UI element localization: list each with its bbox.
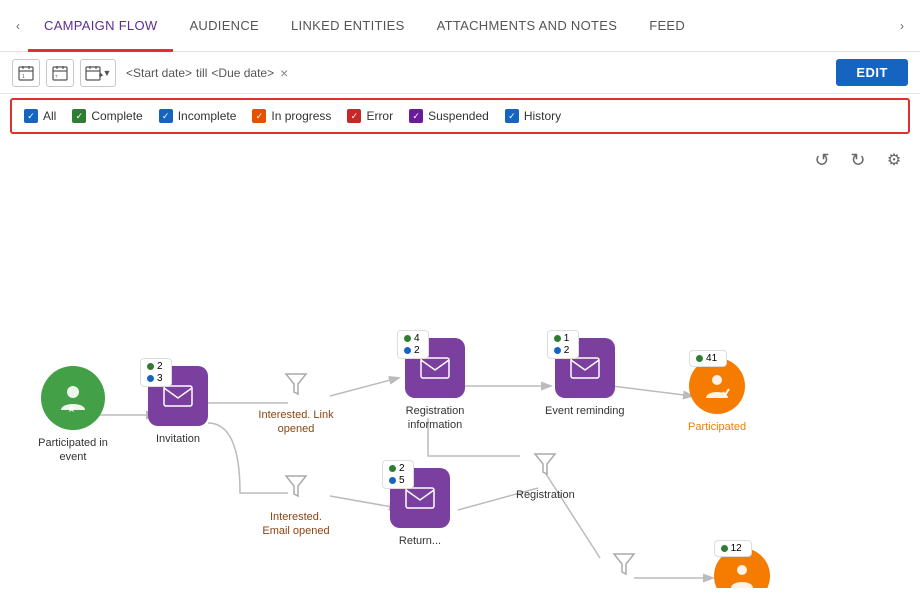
top-nav: ‹ CAMPAIGN FLOW AUDIENCE LINKED ENTITIES… bbox=[0, 0, 920, 52]
nav-tabs: CAMPAIGN FLOW AUDIENCE LINKED ENTITIES A… bbox=[28, 0, 892, 51]
participated-icon-wrap: 41 bbox=[689, 358, 745, 414]
interested-link-label: Interested. Link opened bbox=[256, 408, 336, 437]
node-event-reminding[interactable]: 1 2 Event reminding bbox=[545, 338, 625, 418]
filter-row: ✓ All ✓ Complete ✓ Incomplete ✓ In progr… bbox=[10, 98, 910, 134]
calendar-day-icon[interactable]: 1 bbox=[12, 59, 40, 87]
node-participated-in-event-label: Participated in event bbox=[28, 436, 118, 465]
registration-info-label: Registration information bbox=[390, 404, 480, 433]
node-registration-info[interactable]: 4 2 Registration information bbox=[390, 338, 480, 433]
participated-in-event-icon: ★ bbox=[41, 366, 105, 430]
nav-next-arrow[interactable]: › bbox=[892, 0, 912, 52]
toolbar: 1 7 ▼ <Start date> till <Due date> × EDI… bbox=[0, 52, 920, 94]
undo-button[interactable]: ↺ bbox=[808, 146, 836, 174]
registration-filter-icon bbox=[527, 446, 563, 482]
svg-text:★: ★ bbox=[67, 404, 76, 414]
tab-campaign-flow[interactable]: CAMPAIGN FLOW bbox=[28, 1, 173, 52]
interested-email-filter-icon bbox=[278, 468, 314, 504]
settings-button[interactable]: ⚙ bbox=[880, 146, 908, 174]
checkbox-error[interactable]: ✓ bbox=[347, 109, 361, 123]
node-interested-email[interactable]: Interested. Email opened bbox=[256, 468, 336, 539]
filter-all[interactable]: ✓ All bbox=[24, 109, 56, 123]
event-reminding-badge: 1 2 bbox=[547, 330, 579, 359]
return-badge: 2 5 bbox=[382, 460, 414, 489]
node-return[interactable]: 2 5 Return... bbox=[390, 468, 450, 548]
node-participated[interactable]: 41 Participated bbox=[688, 358, 746, 434]
filter-suspended[interactable]: ✓ Suspended bbox=[409, 109, 489, 123]
checkbox-all[interactable]: ✓ bbox=[24, 109, 38, 123]
date-range: <Start date> till <Due date> × bbox=[126, 65, 288, 81]
flow-canvas: ↺ ↺ ⚙ bbox=[0, 138, 920, 588]
svg-text:7: 7 bbox=[55, 74, 58, 79]
return-label: Return... bbox=[399, 534, 441, 548]
filter-incomplete[interactable]: ✓ Incomplete bbox=[159, 109, 237, 123]
edit-button[interactable]: EDIT bbox=[836, 59, 908, 86]
node-participated-in-event[interactable]: ★ Participated in event bbox=[28, 366, 118, 465]
unsubscribed-icon-wrap: 12 bbox=[714, 548, 770, 588]
participated-badge: 41 bbox=[689, 350, 727, 367]
registration-info-icon-wrap: 4 2 bbox=[405, 338, 465, 398]
invitation-icon-wrap: 2 3 bbox=[148, 366, 208, 426]
calendar-week-icon[interactable]: 7 bbox=[46, 59, 74, 87]
clear-date-button[interactable]: × bbox=[280, 65, 288, 81]
filter-complete[interactable]: ✓ Complete bbox=[72, 109, 142, 123]
event-reminding-label: Event reminding bbox=[545, 404, 625, 418]
nav-prev-arrow[interactable]: ‹ bbox=[8, 0, 28, 52]
event-reminding-icon-wrap: 1 2 bbox=[555, 338, 615, 398]
unsubscribed-badge: 12 bbox=[714, 540, 752, 557]
tab-attachments-notes[interactable]: ATTACHMENTS AND NOTES bbox=[421, 1, 634, 52]
filter-history[interactable]: ✓ History bbox=[505, 109, 561, 123]
registration-label: Registration bbox=[516, 488, 575, 502]
checkbox-history[interactable]: ✓ bbox=[505, 109, 519, 123]
filter-in-progress[interactable]: ✓ In progress bbox=[252, 109, 331, 123]
checkbox-suspended[interactable]: ✓ bbox=[409, 109, 423, 123]
invitation-badge: 2 3 bbox=[140, 358, 172, 387]
node-interested-link[interactable]: Interested. Link opened bbox=[256, 366, 336, 437]
interested-email-label: Interested. Email opened bbox=[256, 510, 336, 539]
tab-audience[interactable]: AUDIENCE bbox=[173, 1, 275, 52]
participated-label: Participated bbox=[688, 420, 746, 434]
interested-link-filter-icon bbox=[278, 366, 314, 402]
node-invitation[interactable]: 2 3 Invitation bbox=[148, 366, 208, 446]
filter-error[interactable]: ✓ Error bbox=[347, 109, 393, 123]
node-unsubscribed[interactable]: 12 Unsubscribed bbox=[708, 548, 775, 588]
registration-info-badge: 4 2 bbox=[397, 330, 429, 359]
checkbox-complete[interactable]: ✓ bbox=[72, 109, 86, 123]
canvas-toolbar: ↺ ↺ ⚙ bbox=[808, 146, 908, 174]
calendar-range-icon[interactable]: ▼ bbox=[80, 59, 116, 87]
node-registration[interactable]: Registration bbox=[516, 446, 575, 502]
checkbox-incomplete[interactable]: ✓ bbox=[159, 109, 173, 123]
return-icon-wrap: 2 5 bbox=[390, 468, 450, 528]
checkbox-in-progress[interactable]: ✓ bbox=[252, 109, 266, 123]
redo-button[interactable]: ↺ bbox=[844, 146, 872, 174]
node-unsubscription[interactable]: Unsubscription bbox=[588, 546, 661, 588]
svg-text:1: 1 bbox=[22, 74, 25, 80]
invitation-label: Invitation bbox=[156, 432, 200, 446]
tab-feed[interactable]: FEED bbox=[633, 1, 701, 52]
unsubscription-filter-icon bbox=[606, 546, 642, 582]
tab-linked-entities[interactable]: LINKED ENTITIES bbox=[275, 1, 421, 52]
